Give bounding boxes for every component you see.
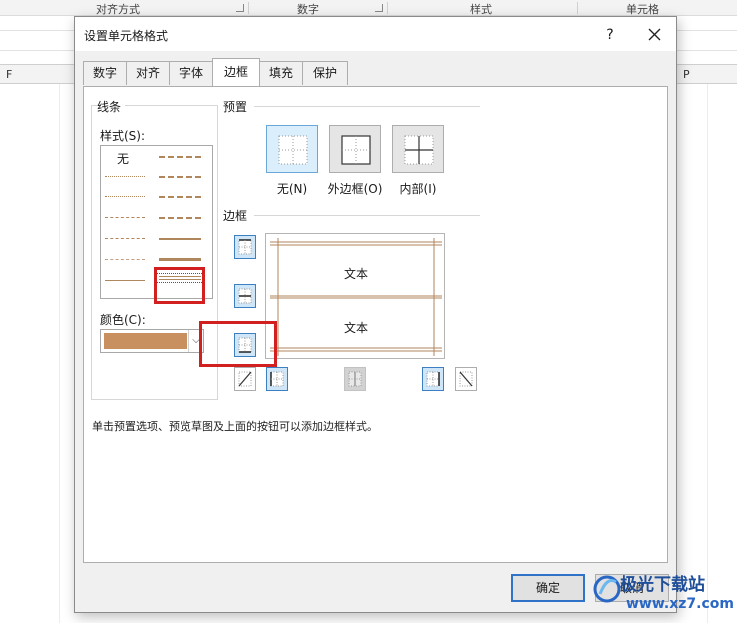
ribbon-group-bar: 对齐方式 数字 样式 单元格 [0, 0, 737, 16]
tab-border[interactable]: 边框 [212, 58, 260, 86]
preview-text-bottom: 文本 [343, 321, 368, 335]
border-inside-vertical-icon [348, 371, 362, 387]
border-inside-horizontal-icon [238, 288, 252, 304]
line-style-dash-dot-dot[interactable] [105, 217, 145, 218]
border-diagonal-up-button[interactable] [234, 367, 256, 391]
preset-none-icon [278, 135, 308, 165]
help-button[interactable]: ? [599, 24, 621, 46]
highlight-double-line-style [154, 267, 205, 304]
line-style-thin[interactable] [105, 280, 145, 281]
line-style-dashed[interactable] [105, 259, 145, 260]
ribbon-group-cells[interactable]: 单元格 [626, 1, 659, 17]
border-left-button[interactable] [266, 367, 288, 391]
border-right-button[interactable] [422, 367, 444, 391]
ribbon-separator [577, 2, 578, 14]
line-style-medium-dash-dot[interactable] [159, 196, 201, 198]
site-watermark: 极光下载站 www.xz7.com [592, 568, 737, 623]
preset-group-line [254, 106, 480, 107]
alignment-launcher-icon[interactable] [236, 4, 244, 12]
line-group-label: 线条 [97, 98, 126, 115]
column-header-f[interactable]: F [6, 68, 12, 81]
ribbon-group-alignment[interactable]: 对齐方式 [96, 1, 140, 17]
ribbon-group-styles[interactable]: 样式 [470, 1, 492, 17]
color-label: 颜色(C): [100, 313, 146, 327]
preset-outline-icon [341, 135, 371, 165]
line-color-dropdown[interactable]: ⌵ [100, 329, 204, 353]
tab-fill[interactable]: 填充 [259, 61, 303, 85]
border-group-line [254, 215, 480, 216]
border-group-label: 边框 [223, 207, 252, 224]
tab-protection[interactable]: 保护 [302, 61, 348, 85]
preset-inside-label: 内部(I) [399, 182, 437, 196]
preset-inside-button[interactable] [392, 125, 444, 173]
number-launcher-icon[interactable] [375, 4, 383, 12]
style-label: 样式(S): [100, 129, 146, 143]
diagonal-up-icon [238, 371, 252, 387]
border-diagonal-down-button[interactable] [455, 367, 477, 391]
watermark-text: 极光下载站 [620, 575, 705, 595]
border-hint-text: 单击预置选项、预览草图及上面的按钮可以添加边框样式。 [92, 420, 378, 433]
line-style-medium[interactable] [159, 238, 201, 240]
line-style-medium-dash-dot-dot[interactable] [159, 156, 201, 158]
ok-button[interactable]: 确定 [511, 574, 585, 602]
close-icon [648, 28, 661, 41]
dialog-title: 设置单元格格式 [84, 29, 169, 43]
preset-inside-icon [404, 135, 434, 165]
column-header-p[interactable]: P [683, 68, 690, 81]
format-cells-dialog: 设置单元格格式 ? 数字 对齐 字体 边框 填充 保护 线条 样式(S): 无 [74, 16, 677, 613]
border-tab-panel: 线条 样式(S): 无 颜色(C): ⌵ 预置 无(N) 外边框(O) 内部(I… [83, 86, 668, 563]
watermark-url: www.xz7.com [626, 596, 734, 612]
highlight-bottom-border-button [199, 321, 277, 367]
tab-number[interactable]: 数字 [83, 61, 127, 85]
watermark-logo-icon [593, 575, 621, 603]
border-top-icon [238, 239, 252, 255]
border-top-button[interactable] [234, 235, 256, 259]
tab-alignment[interactable]: 对齐 [126, 61, 170, 85]
close-button[interactable] [641, 23, 667, 47]
preview-text-top: 文本 [343, 267, 368, 281]
line-style-slant-dash-dot[interactable] [159, 176, 201, 178]
line-style-hair[interactable] [105, 176, 145, 177]
sheet-gridline [707, 84, 708, 623]
border-right-icon [426, 371, 440, 387]
border-left-icon [270, 371, 284, 387]
border-inside-horizontal-button[interactable] [234, 284, 256, 308]
color-swatch [104, 333, 187, 349]
line-style-dotted[interactable] [105, 196, 145, 197]
border-inside-vertical-button[interactable] [344, 367, 366, 391]
sheet-gridline [59, 84, 60, 623]
tab-font[interactable]: 字体 [169, 61, 213, 85]
preview-border-lines [270, 238, 442, 356]
line-style-medium-dashed[interactable] [159, 217, 201, 219]
preset-none-button[interactable] [266, 125, 318, 173]
dialog-titlebar[interactable]: 设置单元格格式 ? [75, 17, 676, 51]
line-style-dash-dot[interactable] [105, 238, 145, 239]
diagonal-down-icon [459, 371, 473, 387]
ribbon-separator [387, 2, 388, 14]
line-style-none[interactable]: 无 [117, 150, 129, 167]
preset-outline-button[interactable] [329, 125, 381, 173]
line-style-thick[interactable] [159, 258, 201, 261]
ribbon-separator [248, 2, 249, 14]
preset-group-label: 预置 [223, 98, 252, 115]
border-preview[interactable]: 文本 文本 [265, 233, 445, 359]
ribbon-group-number[interactable]: 数字 [297, 1, 319, 17]
